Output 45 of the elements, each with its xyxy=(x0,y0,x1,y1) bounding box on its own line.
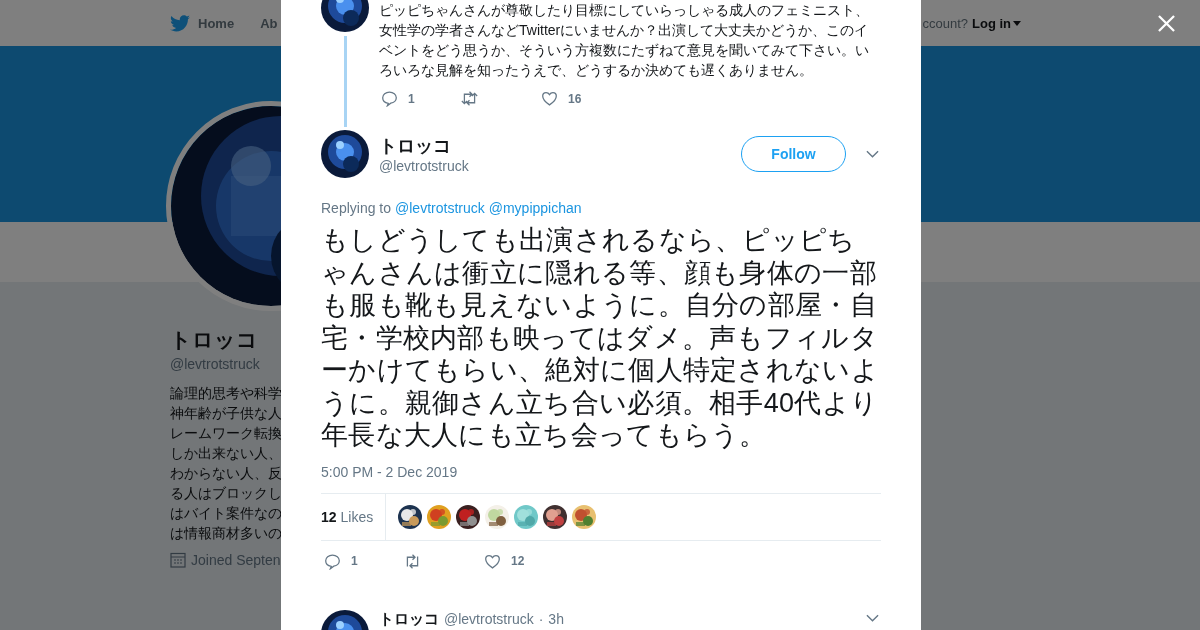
retweet-icon[interactable] xyxy=(461,90,478,107)
user-name: トロッコ xyxy=(379,135,452,158)
close-icon[interactable] xyxy=(1158,15,1175,32)
bio-line: は情報商材多いの xyxy=(170,524,281,543)
user-handle: @levtrotstruck xyxy=(444,610,534,628)
reply-icon[interactable] xyxy=(381,90,398,107)
account-prompt: ccount? xyxy=(922,15,968,31)
nav-link[interactable]: Home xyxy=(198,15,235,31)
likes-label: Likes xyxy=(340,508,374,525)
likes-count: 12 xyxy=(321,508,337,525)
reply-icon[interactable] xyxy=(324,552,341,570)
separator-dot: · xyxy=(538,610,544,628)
bio-line: 神年齢が子供な人 xyxy=(170,404,281,423)
tweet-time: 3h xyxy=(548,610,564,628)
bio-line: わからない人、反 xyxy=(170,464,281,483)
reply-count: 1 xyxy=(351,554,358,568)
caret-icon xyxy=(1013,20,1021,26)
mention-link[interactable]: @mypippichan xyxy=(488,200,582,216)
like-count: 12 xyxy=(511,554,525,568)
bio-line: る人はブロックし xyxy=(170,484,281,503)
joined-date: Joined Septen xyxy=(191,552,281,568)
profile-handle: @levtrotstruck xyxy=(170,355,261,374)
heart-icon[interactable] xyxy=(484,552,501,570)
user-name: トロッコ xyxy=(379,609,439,627)
user-handle: @levtrotstruck xyxy=(379,158,470,174)
tweet-text: もしどうしても出演されるなら、ピッピちゃんさんは衝立に隠れる等、顔も身体の一部も服も靴も見えないように。自分の部屋・自宅・学校内部も映ってはダメ。声もフィルターかけてもらい、絶対に個人特定されないように。親御さん立ち合い必須。相手40代より年長な大人にも立ち会ってもらう。 xyxy=(321,224,880,452)
bio-line: はバイト案件なの xyxy=(170,504,281,523)
bio-line: 論理的思考や科学 xyxy=(170,384,281,403)
retweet-icon[interactable] xyxy=(404,552,421,570)
chevron-down-icon[interactable] xyxy=(866,150,879,158)
bird-icon xyxy=(170,14,190,32)
like-count: 16 xyxy=(568,91,582,106)
bio-line: レームワーク転換 xyxy=(170,424,281,443)
profile-name: トロッコ xyxy=(170,327,259,353)
tweet-text: ピッピちゃんさんが尊敬したり目標にしていらっしゃる成人のフェミニスト、女性学の学者さんなどTwitterにいませんか？出演して大丈夫かどうか、このイベントをどう思うか、そういう方複数にたずねて意見を聞いてみて下さい。いろいろな見解を知ったうえで、どうするか決めても遅くありません。 xyxy=(379,1,870,80)
calendar-icon xyxy=(170,552,186,568)
follow-button[interactable]: Follow xyxy=(741,136,846,172)
heart-icon[interactable] xyxy=(541,90,558,107)
chevron-down-icon[interactable] xyxy=(866,613,879,622)
reply-count: 1 xyxy=(408,91,415,106)
tweet-timestamp: 5:00 PM - 2 Dec 2019 xyxy=(321,463,459,480)
login-link[interactable]: Log in xyxy=(972,15,1021,31)
nav-link[interactable]: Ab xyxy=(260,15,278,31)
bio-line: しか出来ない人、 xyxy=(170,444,281,463)
mention-link[interactable]: @levtrotstruck xyxy=(395,200,485,216)
